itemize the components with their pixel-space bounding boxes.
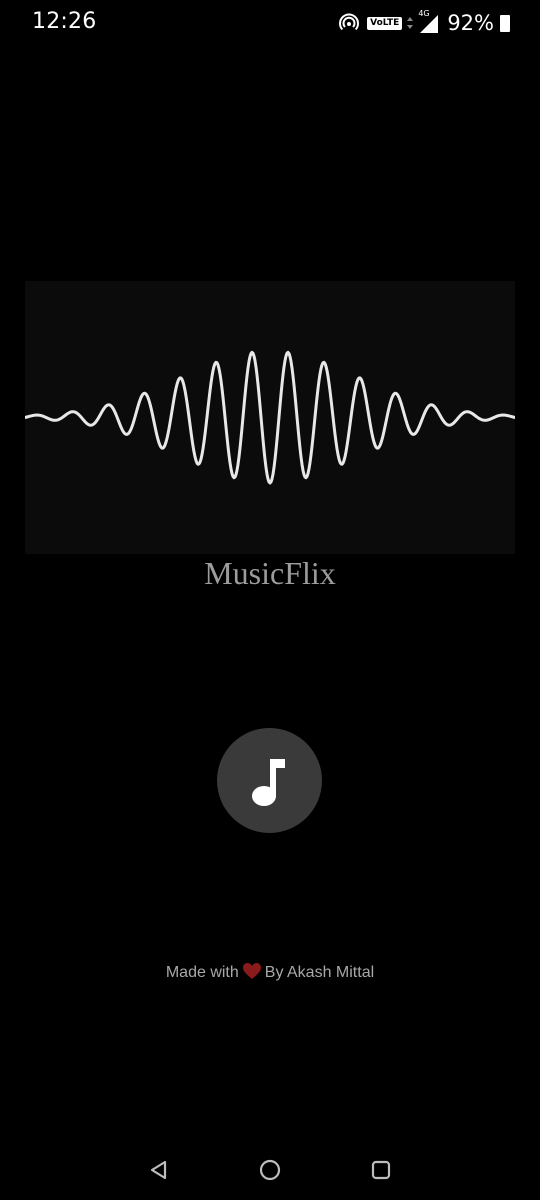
battery-percent: 92%	[447, 11, 494, 35]
battery-icon	[500, 14, 510, 32]
signal-icon	[420, 15, 439, 33]
home-button[interactable]	[254, 1154, 286, 1186]
footer-credit: Made with By Akash Mittal	[0, 962, 540, 982]
music-note-icon	[251, 758, 285, 806]
status-time: 12:26	[32, 9, 97, 34]
back-button[interactable]	[143, 1154, 175, 1186]
status-icons: VoLTE 4G 92%	[339, 9, 510, 36]
navigation-bar	[0, 1140, 540, 1200]
author-label: By Akash Mittal	[264, 964, 375, 981]
waveform-banner	[25, 281, 515, 554]
app-title: MusicFlix	[204, 555, 336, 591]
recents-square-icon	[371, 1160, 391, 1180]
heart-icon	[242, 963, 261, 979]
sound-waveform-icon	[25, 350, 515, 485]
music-play-button[interactable]	[217, 728, 322, 833]
data-arrows-icon	[407, 17, 414, 29]
recents-button[interactable]	[365, 1154, 397, 1186]
network-indicator: 4G	[415, 9, 439, 33]
back-triangle-icon	[150, 1160, 167, 1180]
status-bar: 12:26 VoLTE 4G 92%	[0, 0, 540, 48]
volte-badge: VoLTE	[367, 16, 403, 30]
hotspot-icon	[339, 13, 360, 31]
made-with-label: Made with	[165, 964, 239, 981]
home-circle-icon	[259, 1159, 281, 1181]
